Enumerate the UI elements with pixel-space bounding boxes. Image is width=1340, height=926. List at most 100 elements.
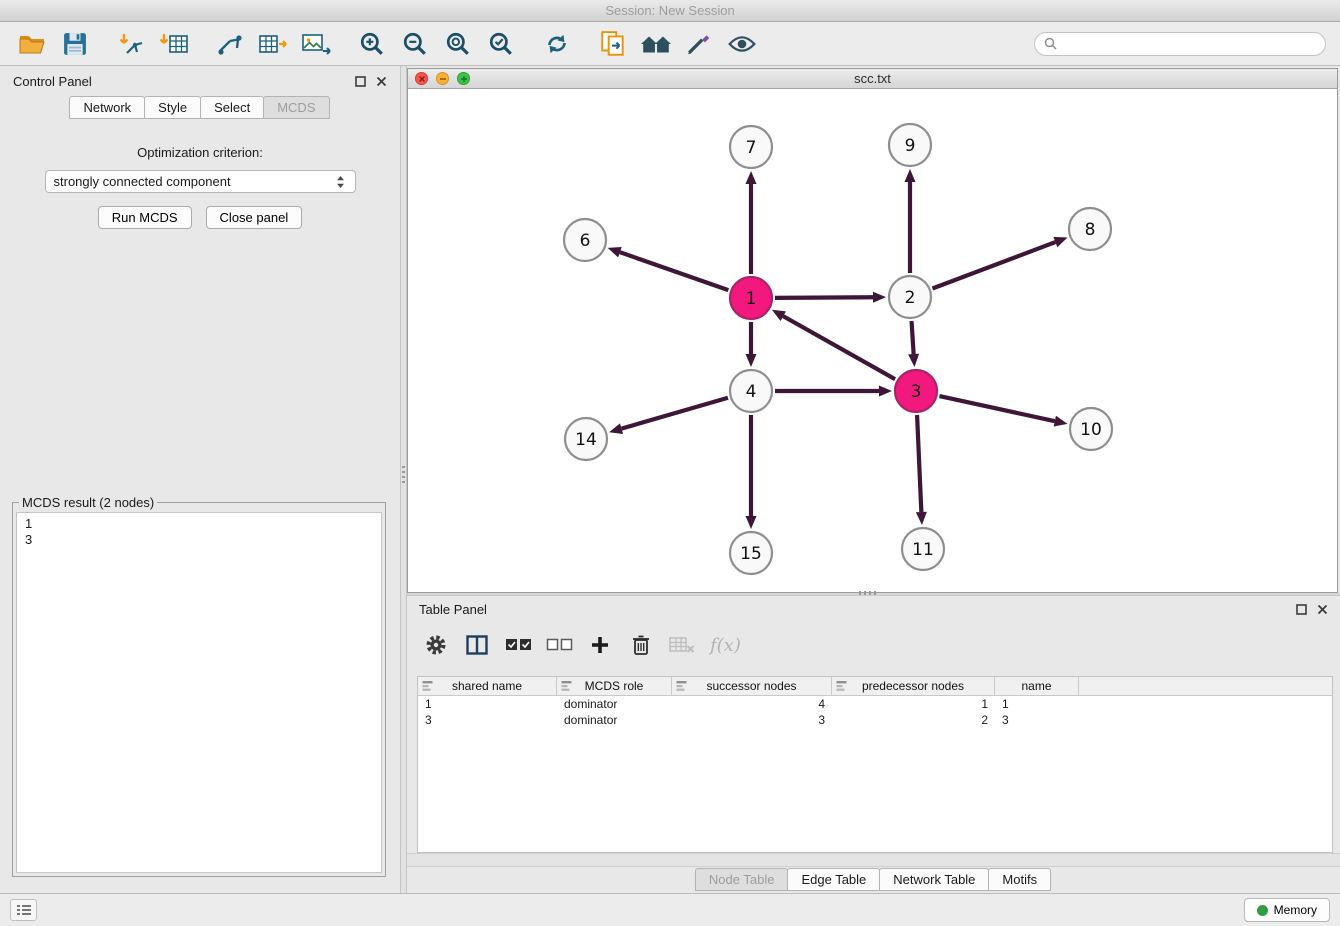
svg-text:1: 1 xyxy=(746,289,757,309)
graph-node-8[interactable]: 8 xyxy=(1069,208,1111,250)
graph-edge-3-10[interactable] xyxy=(939,396,1054,421)
graph-edge-1-6[interactable] xyxy=(620,252,728,290)
table-row[interactable]: 1 dominator 4 1 1 xyxy=(418,696,1332,712)
zoom-fit-button[interactable] xyxy=(436,25,479,63)
function-builder-button[interactable]: f(x) xyxy=(706,627,745,663)
table-tabs: Node Table Edge Table Network Table Moti… xyxy=(407,868,1340,891)
graph-edge-2-8[interactable] xyxy=(932,242,1055,288)
column-header-mcds-role[interactable]: MCDS role xyxy=(557,677,672,695)
memory-button[interactable]: Memory xyxy=(1244,898,1330,922)
graph-edge-arrowhead xyxy=(746,516,757,529)
save-session-button[interactable] xyxy=(53,25,96,63)
create-column-button[interactable] xyxy=(583,627,617,663)
graph-node-14[interactable]: 14 xyxy=(565,418,607,460)
vertical-splitter[interactable] xyxy=(400,66,407,893)
graph-node-4[interactable]: 4 xyxy=(730,370,772,412)
column-header-shared-name[interactable]: shared name xyxy=(418,677,557,695)
application-window: Session: New Session xyxy=(0,0,1340,926)
tab-motifs[interactable]: Motifs xyxy=(988,868,1051,891)
optimization-criterion-label: Optimization criterion: xyxy=(0,145,400,160)
graph-edge-4-14[interactable] xyxy=(622,398,728,429)
svg-text:3: 3 xyxy=(911,382,922,402)
graph-edge-3-11[interactable] xyxy=(917,415,921,512)
search-box[interactable] xyxy=(1034,32,1326,56)
main-toolbar xyxy=(0,22,1340,66)
zoom-in-icon xyxy=(359,31,385,57)
graph-node-3[interactable]: 3 xyxy=(895,370,937,412)
export-image-button[interactable] xyxy=(294,25,337,63)
search-input[interactable] xyxy=(1062,37,1316,51)
zoom-out-button[interactable] xyxy=(393,25,436,63)
graph-node-2[interactable]: 2 xyxy=(889,276,931,318)
split-panel-button[interactable] xyxy=(460,627,494,663)
graph-node-10[interactable]: 10 xyxy=(1070,408,1112,450)
minimize-window-button[interactable] xyxy=(436,72,449,85)
tab-style[interactable]: Style xyxy=(144,96,201,119)
apply-layout-button[interactable] xyxy=(535,25,578,63)
zoom-fit-icon xyxy=(445,31,471,57)
mcds-result-textarea[interactable]: 1 3 xyxy=(16,512,382,873)
tab-network[interactable]: Network xyxy=(69,96,145,119)
graph-node-7[interactable]: 7 xyxy=(730,126,772,168)
first-neighbors-button[interactable] xyxy=(634,25,677,63)
zoom-selected-button[interactable] xyxy=(479,25,522,63)
close-control-panel-button[interactable] xyxy=(376,76,387,87)
graph-edge-arrowhead xyxy=(916,512,927,525)
new-network-from-selection-button[interactable] xyxy=(591,25,634,63)
graph-edge-2-3[interactable] xyxy=(912,321,914,354)
zoom-in-button[interactable] xyxy=(350,25,393,63)
network-window-titlebar: scc.txt xyxy=(408,69,1337,89)
svg-text:11: 11 xyxy=(912,540,934,560)
table-settings-button[interactable] xyxy=(419,627,453,663)
column-header-successor-nodes[interactable]: successor nodes xyxy=(672,677,832,695)
import-network-button[interactable] xyxy=(109,25,152,63)
cell-mcds-role: dominator xyxy=(557,697,672,711)
export-table-button[interactable] xyxy=(251,25,294,63)
tab-edge-table[interactable]: Edge Table xyxy=(787,868,880,891)
criterion-dropdown[interactable]: strongly connected component xyxy=(45,170,356,193)
close-window-button[interactable] xyxy=(415,72,428,85)
eye-icon xyxy=(728,34,756,54)
import-table-button[interactable] xyxy=(152,25,195,63)
apply-style-button[interactable] xyxy=(677,25,720,63)
status-bar: Memory xyxy=(0,893,1340,926)
network-canvas[interactable]: 7 9 6 8 1 2 4 3 14 10 15 11 xyxy=(408,89,1337,592)
graph-edge-arrowhead xyxy=(905,169,916,182)
delete-columns-button[interactable] xyxy=(624,627,658,663)
graph-node-9[interactable]: 9 xyxy=(889,124,931,166)
graph-node-6[interactable]: 6 xyxy=(564,219,606,261)
tab-mcds[interactable]: MCDS xyxy=(263,96,329,119)
close-icon xyxy=(418,75,426,83)
close-panel-button[interactable]: Close panel xyxy=(206,206,303,229)
cell-successor-nodes: 4 xyxy=(672,697,832,711)
select-all-rows-button[interactable] xyxy=(501,627,535,663)
run-mcds-button[interactable]: Run MCDS xyxy=(98,206,192,229)
show-panels-button[interactable] xyxy=(10,899,37,921)
column-header-name[interactable]: name xyxy=(995,677,1079,695)
table-scrollbar-track[interactable] xyxy=(407,853,1340,867)
graph-node-1[interactable]: 1 xyxy=(730,277,772,319)
table-row[interactable]: 3 dominator 3 2 3 xyxy=(418,712,1332,728)
cell-predecessor-nodes: 1 xyxy=(832,697,995,711)
export-network-button[interactable] xyxy=(208,25,251,63)
maximize-window-button[interactable] xyxy=(457,72,470,85)
open-session-button[interactable] xyxy=(10,25,53,63)
tab-network-table[interactable]: Network Table xyxy=(879,868,989,891)
graph-edge-arrowhead xyxy=(1054,416,1068,427)
graphics-details-button[interactable] xyxy=(720,25,763,63)
graph-node-15[interactable]: 15 xyxy=(730,532,772,574)
graph-edge-3-1[interactable] xyxy=(783,316,895,379)
graph-node-11[interactable]: 11 xyxy=(902,528,944,570)
tab-select[interactable]: Select xyxy=(200,96,264,119)
deselect-all-rows-button[interactable] xyxy=(542,627,576,663)
delete-table-button[interactable] xyxy=(665,627,699,663)
float-panel-button[interactable] xyxy=(355,76,366,87)
tab-node-table[interactable]: Node Table xyxy=(695,868,789,891)
plus-icon xyxy=(590,635,610,655)
float-table-panel-button[interactable] xyxy=(1296,604,1307,615)
graph-edge-1-2[interactable] xyxy=(775,297,873,298)
column-header-predecessor-nodes[interactable]: predecessor nodes xyxy=(832,677,995,695)
graph-edge-arrowhead xyxy=(873,292,886,303)
toolbar-separator xyxy=(195,43,208,44)
close-table-panel-button[interactable] xyxy=(1317,604,1328,615)
